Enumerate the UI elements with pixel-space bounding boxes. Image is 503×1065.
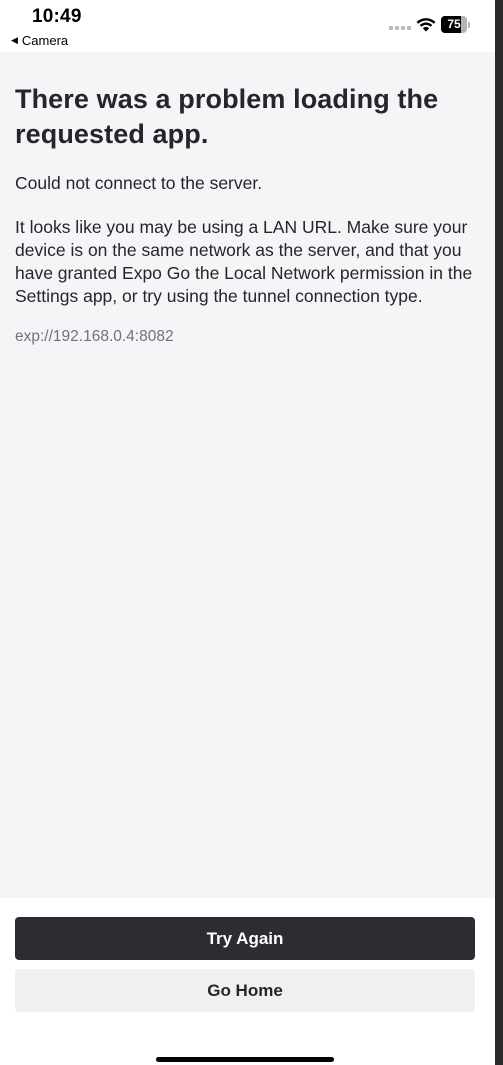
battery-icon: 75	[441, 16, 467, 33]
battery-percent: 75	[447, 17, 461, 31]
error-message: Could not connect to the server.	[15, 173, 263, 193]
action-area: Try Again Go Home	[0, 898, 495, 1065]
back-triangle-icon: ◀	[11, 35, 18, 45]
screen-edge	[495, 0, 503, 1065]
try-again-button[interactable]: Try Again	[15, 917, 475, 960]
error-content: There was a problem loading the requeste…	[0, 52, 495, 898]
battery-nub	[468, 22, 470, 28]
back-link-label: Camera	[21, 33, 69, 48]
go-home-button[interactable]: Go Home	[15, 969, 475, 1012]
status-time: 10:49	[32, 6, 82, 27]
back-to-camera-link[interactable]: ◀ Camera	[11, 33, 68, 48]
status-bar: 10:49 ◀ Camera 75	[0, 0, 495, 52]
wifi-icon	[416, 16, 436, 37]
error-title: There was a problem loading the requeste…	[15, 84, 439, 149]
app-url: exp://192.168.0.4:8082	[15, 328, 174, 345]
cellular-signal-icon	[389, 26, 411, 30]
screen: 10:49 ◀ Camera 75 There was a problem lo…	[0, 0, 503, 1065]
home-indicator[interactable]	[156, 1057, 334, 1062]
error-details: It looks like you may be using a LAN URL…	[15, 217, 473, 306]
